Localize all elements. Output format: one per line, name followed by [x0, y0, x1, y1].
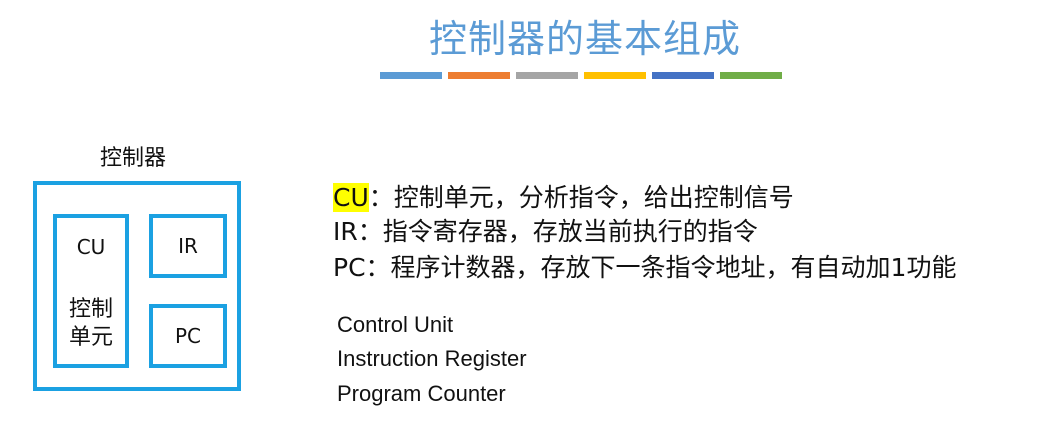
description-ir-text: ：指令寄存器，存放当前执行的指令 [357, 217, 758, 246]
ir-box: IR [149, 214, 227, 278]
cu-box-name: 控制 单元 [57, 296, 125, 352]
cu-box: CU 控制 单元 [53, 214, 129, 368]
description-cu: CU：控制单元，分析指令，给出控制信号 [333, 178, 794, 214]
description-cu-abbr: CU [333, 183, 369, 212]
color-bar-segment-4 [584, 72, 646, 79]
color-bar-segment-2 [448, 72, 510, 79]
color-bar-segment-6 [720, 72, 782, 79]
description-ir-abbr: IR [333, 217, 358, 246]
description-ir: IR：指令寄存器，存放当前执行的指令 [333, 212, 758, 248]
cu-box-name-line1: 控制 [68, 297, 113, 322]
color-bar-segment-5 [652, 72, 714, 79]
cu-box-name-line2: 单元 [68, 325, 113, 350]
description-cu-text: ：控制单元，分析指令，给出控制信号 [368, 183, 794, 212]
diagram-caption: 控制器 [100, 146, 167, 171]
page-title: 控制器的基本组成 [428, 17, 741, 61]
color-bar-segment-3 [516, 72, 578, 79]
description-pc: PC：程序计数器，存放下一条指令地址，有自动加1功能 [333, 248, 956, 284]
color-bar-segment-1 [380, 72, 442, 79]
description-pc-text: ：程序计数器，存放下一条指令地址，有自动加1功能 [365, 253, 957, 282]
description-pc-abbr: PC [333, 253, 366, 282]
full-name-pc: Program Counter [337, 381, 506, 406]
full-name-ir: Instruction Register [337, 346, 527, 371]
cu-box-abbr: CU [76, 235, 106, 259]
color-bar [380, 72, 782, 79]
pc-box: PC [149, 304, 227, 368]
full-name-cu: Control Unit [337, 312, 454, 337]
